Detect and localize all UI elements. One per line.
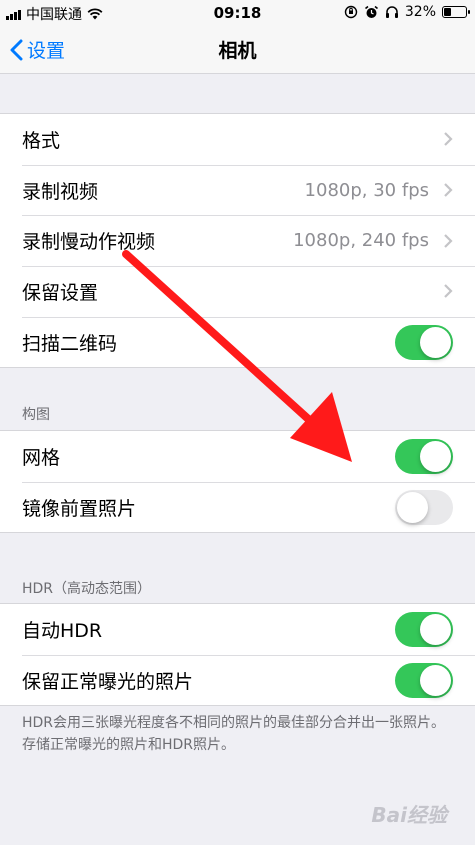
- chevron-right-icon: [444, 183, 453, 197]
- row-label: 扫描二维码: [22, 332, 118, 355]
- composition-group: 网格 镜像前置照片: [0, 430, 475, 534]
- alarm-icon: [364, 5, 378, 18]
- status-bar: 中国联通 09:18 32%: [0, 0, 475, 26]
- chevron-right-icon: [444, 233, 453, 248]
- row-label: 镜像前置照片: [22, 497, 137, 520]
- battery-level-fill: [444, 8, 451, 16]
- section-header-composition: 构图: [22, 407, 50, 423]
- toggle-knob: [420, 327, 451, 359]
- status-right: 32%: [344, 4, 470, 20]
- row-value: 1080p, 30 fps: [304, 179, 429, 201]
- row-label: 保留正常曝光的照片: [22, 670, 194, 693]
- row-label: 网格: [22, 446, 61, 469]
- mirror-front-toggle[interactable]: [395, 490, 453, 526]
- row-label: 格式: [22, 129, 61, 152]
- navigation-bar: 设置 相机: [0, 26, 475, 74]
- camera-settings-group: 格式 录制视频 1080p, 30 fps 录制慢动作视频 1080p, 240…: [0, 113, 475, 369]
- hdr-group: 自动HDR 保留正常曝光的照片: [0, 603, 475, 707]
- hdr-footer-note: HDR会用三张曝光程度各不相同的照片的最佳部分合并出一张照片。存储正常曝光的照片…: [22, 715, 446, 753]
- row-label: 录制视频: [22, 180, 99, 203]
- row-auto-hdr: 自动HDR: [0, 604, 475, 655]
- auto-hdr-toggle[interactable]: [395, 612, 453, 648]
- row-label: 录制慢动作视频: [22, 231, 156, 254]
- watermark: Bai经验: [371, 803, 447, 827]
- row-format[interactable]: 格式: [0, 114, 475, 165]
- chevron-right-icon: [444, 284, 453, 299]
- row-scan-qr: 扫描二维码: [0, 316, 475, 368]
- orientation-lock-icon: [344, 5, 358, 19]
- row-keep-normal-photo: 保留正常曝光的照片: [0, 654, 475, 706]
- row-value: 1080p, 240 fps: [293, 230, 429, 252]
- toggle-knob: [420, 441, 451, 473]
- toggle-knob: [420, 665, 451, 697]
- battery-icon: [442, 6, 470, 18]
- battery-percent: 32%: [404, 4, 436, 20]
- row-record-slomo[interactable]: 录制慢动作视频 1080p, 240 fps: [0, 215, 475, 266]
- grid-toggle[interactable]: [395, 439, 453, 475]
- row-preserve-settings[interactable]: 保留设置: [0, 266, 475, 317]
- page-title: 相机: [218, 40, 257, 62]
- chevron-right-icon: [444, 132, 453, 147]
- row-grid: 网格: [0, 431, 475, 482]
- keep-normal-photo-toggle[interactable]: [395, 663, 453, 699]
- row-record-video[interactable]: 录制视频 1080p, 30 fps: [0, 164, 475, 216]
- row-mirror-front: 镜像前置照片: [0, 481, 475, 533]
- row-label: 自动HDR: [22, 619, 103, 642]
- toggle-knob: [420, 614, 451, 646]
- row-label: 保留设置: [22, 281, 99, 304]
- scan-qr-toggle[interactable]: [395, 325, 453, 361]
- headphones-icon: [385, 6, 398, 18]
- section-header-hdr: HDR（高动态范围）: [22, 581, 152, 597]
- toggle-knob: [397, 492, 428, 524]
